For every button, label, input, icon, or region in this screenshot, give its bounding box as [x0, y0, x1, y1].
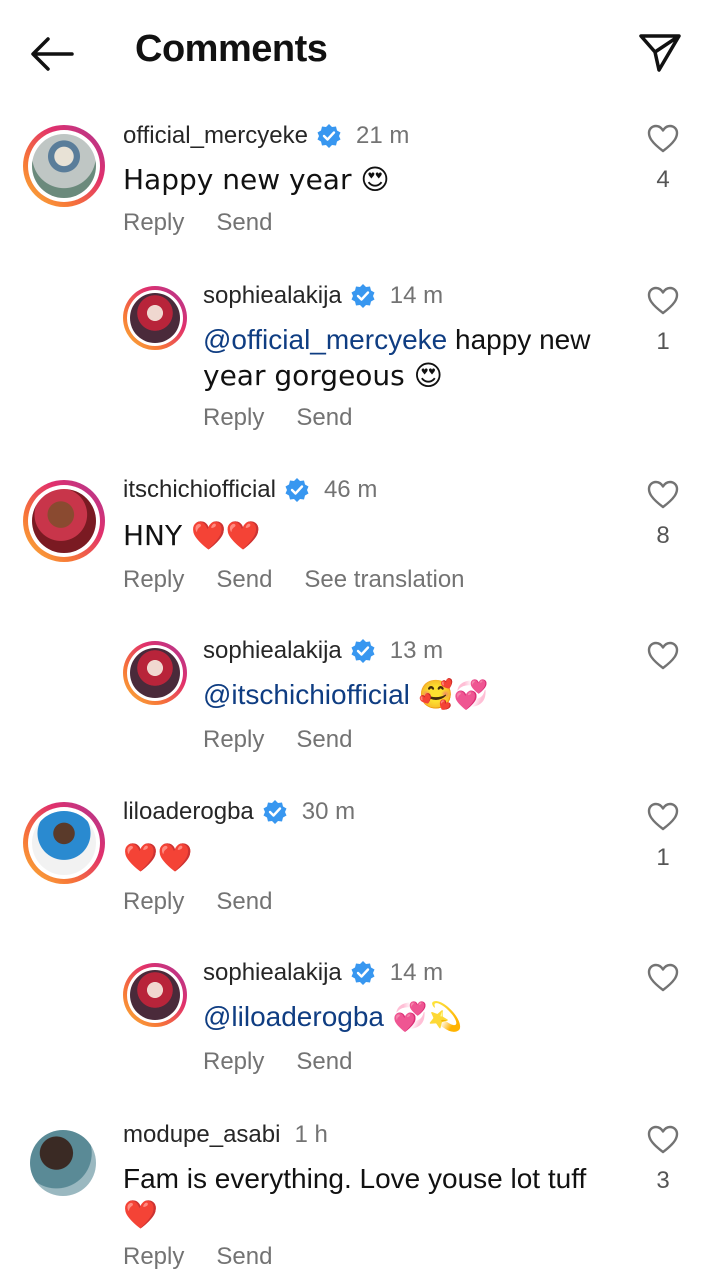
- verified-badge-icon: [317, 124, 341, 148]
- heart-icon[interactable]: [647, 286, 679, 316]
- comment-text: HNY ❤️❤️: [123, 519, 261, 552]
- reply-button[interactable]: Reply: [123, 566, 184, 594]
- comment-item: official_mercyeke 21 m Happy new year 😍 …: [0, 122, 719, 254]
- like-count: 3: [656, 1167, 670, 1194]
- verified-badge-icon: [263, 800, 287, 824]
- header-bar: Comments: [0, 0, 719, 105]
- verified-badge-icon: [351, 639, 375, 663]
- reply-button[interactable]: Reply: [203, 1048, 264, 1076]
- like-count: 4: [656, 166, 670, 193]
- send-button[interactable]: Send: [216, 1243, 272, 1271]
- comment-text: @liloaderogba 💞💫: [203, 1000, 463, 1033]
- mention-link[interactable]: @official_mercyeke: [203, 324, 447, 355]
- comment-text: @official_mercyeke happy new year gorgeo…: [203, 324, 591, 392]
- paper-plane-icon[interactable]: [636, 30, 684, 76]
- avatar: [32, 489, 96, 553]
- mention-link[interactable]: @liloaderogba: [203, 1001, 384, 1032]
- reply-button[interactable]: Reply: [123, 888, 184, 916]
- comment-timestamp: 13 m: [389, 637, 444, 664]
- see-translation-button[interactable]: See translation: [304, 566, 464, 594]
- reply-button[interactable]: Reply: [203, 726, 264, 754]
- heart-icon[interactable]: [647, 480, 679, 510]
- comment-timestamp: 1 h: [294, 1121, 328, 1148]
- arrow-left-icon[interactable]: [28, 34, 78, 74]
- heart-icon[interactable]: [647, 641, 679, 671]
- avatar: [130, 970, 180, 1020]
- comment-username[interactable]: sophiealakija: [203, 959, 342, 987]
- comment-timestamp: 14 m: [389, 282, 444, 309]
- send-button[interactable]: Send: [216, 566, 272, 594]
- comment-timestamp: 21 m: [355, 122, 410, 149]
- comment-item: modupe_asabi 1 h Fam is everything. Love…: [0, 1121, 719, 1275]
- avatar-wrap[interactable]: [30, 1130, 112, 1212]
- comment-reply-item: sophiealakija 14 m @official_mercyeke ha…: [0, 282, 719, 436]
- avatar: [130, 293, 180, 343]
- heart-icon[interactable]: [647, 963, 679, 993]
- comment-timestamp: 30 m: [301, 798, 356, 825]
- heart-icon[interactable]: [647, 802, 679, 832]
- comment-username[interactable]: modupe_asabi: [123, 1121, 280, 1149]
- reply-button[interactable]: Reply: [123, 1243, 184, 1271]
- avatar-story-ring[interactable]: [123, 286, 187, 350]
- avatar-story-ring[interactable]: [123, 641, 187, 705]
- comment-timestamp: 46 m: [323, 476, 378, 503]
- comment-item: liloaderogba 30 m ❤️❤️ Reply Send 1: [0, 798, 719, 932]
- like-count: 8: [656, 522, 670, 549]
- avatar-story-ring[interactable]: [23, 480, 105, 562]
- comment-text: ❤️❤️: [123, 841, 193, 874]
- avatar-story-ring[interactable]: [23, 802, 105, 884]
- like-count: 1: [656, 328, 670, 355]
- verified-badge-icon: [285, 478, 309, 502]
- like-count: 1: [656, 844, 670, 871]
- comment-username[interactable]: liloaderogba: [123, 798, 254, 826]
- comment-text: @itschichiofficial 🥰💞: [203, 678, 489, 711]
- send-button[interactable]: Send: [296, 726, 352, 754]
- comment-item: itschichiofficial 46 m HNY ❤️❤️ Reply Se…: [0, 476, 719, 610]
- avatar-story-ring[interactable]: [23, 125, 105, 207]
- avatar-story-ring[interactable]: [123, 963, 187, 1027]
- comment-text: Happy new year 😍: [123, 163, 390, 196]
- avatar: [32, 811, 96, 875]
- comment-reply-item: sophiealakija 13 m @itschichiofficial 🥰💞…: [0, 637, 719, 761]
- send-button[interactable]: Send: [296, 1048, 352, 1076]
- mention-link[interactable]: @itschichiofficial: [203, 679, 410, 710]
- comment-timestamp: 14 m: [389, 959, 444, 986]
- avatar: [30, 1130, 96, 1196]
- comment-reply-item: sophiealakija 14 m @liloaderogba 💞💫 Repl…: [0, 959, 719, 1083]
- comment-text: Fam is everything. Love youse lot tuff ❤…: [123, 1163, 587, 1231]
- comment-username[interactable]: sophiealakija: [203, 282, 342, 310]
- comment-username[interactable]: sophiealakija: [203, 637, 342, 665]
- reply-button[interactable]: Reply: [123, 209, 184, 237]
- verified-badge-icon: [351, 284, 375, 308]
- send-button[interactable]: Send: [216, 209, 272, 237]
- page-title: Comments: [135, 28, 328, 70]
- heart-icon[interactable]: [647, 1125, 679, 1155]
- verified-badge-icon: [351, 961, 375, 985]
- avatar: [130, 648, 180, 698]
- comment-username[interactable]: itschichiofficial: [123, 476, 276, 504]
- avatar: [32, 134, 96, 198]
- reply-button[interactable]: Reply: [203, 404, 264, 432]
- comment-username[interactable]: official_mercyeke: [123, 122, 308, 150]
- heart-icon[interactable]: [647, 124, 679, 154]
- send-button[interactable]: Send: [296, 404, 352, 432]
- send-button[interactable]: Send: [216, 888, 272, 916]
